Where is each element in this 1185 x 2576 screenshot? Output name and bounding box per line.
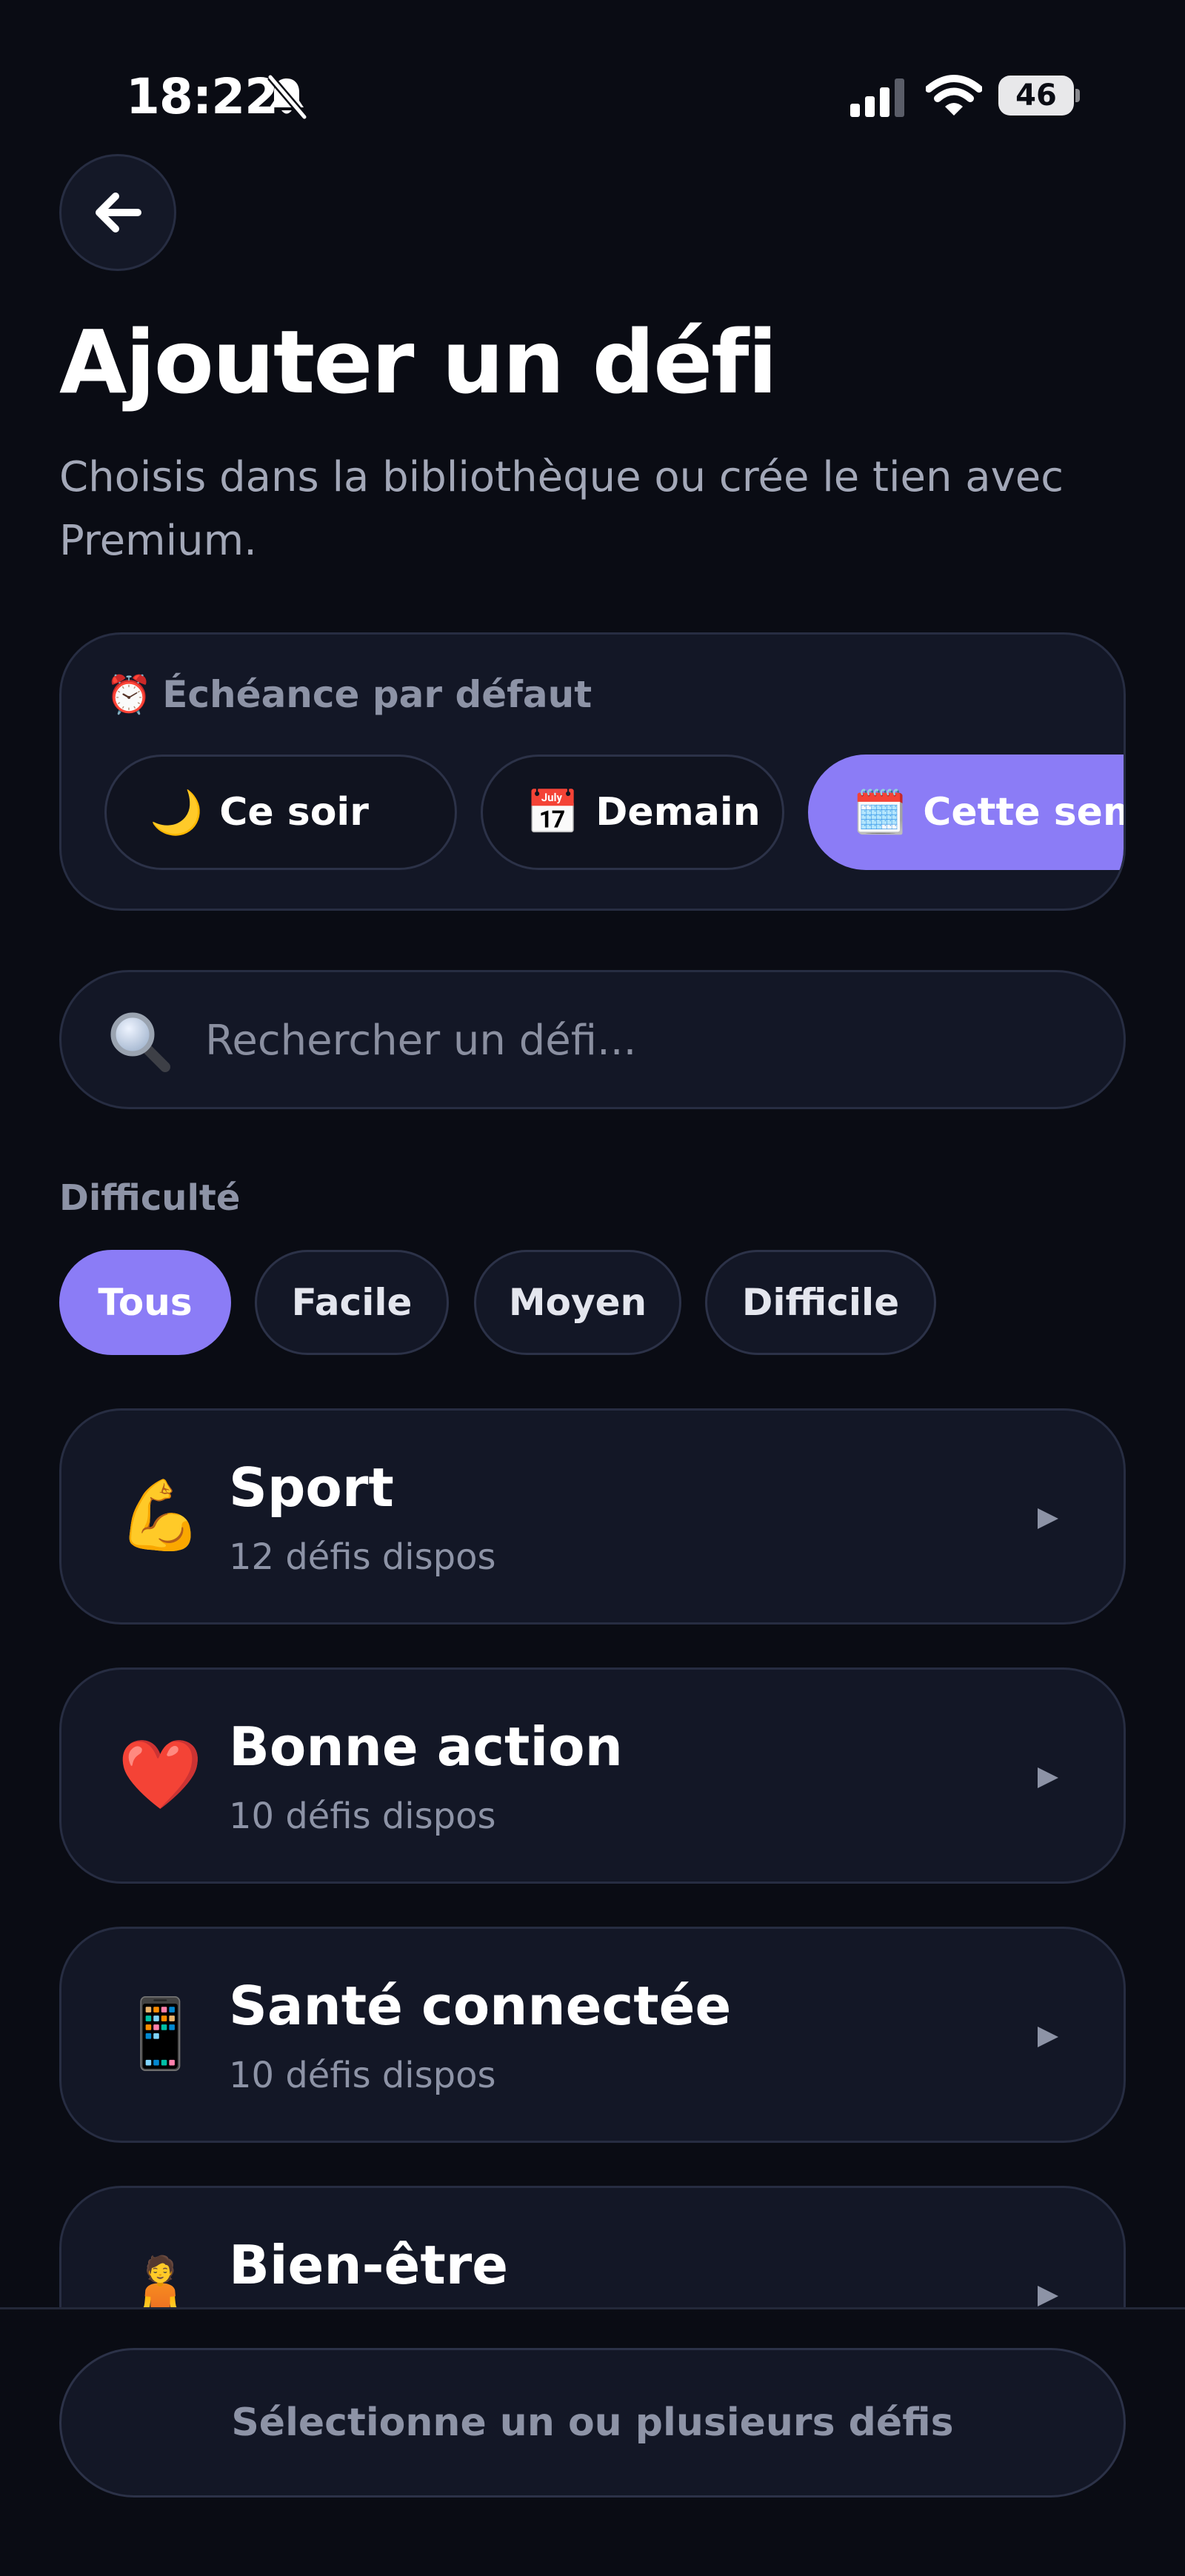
deadline-label: ⏰ Échéance par défaut: [106, 673, 592, 717]
signal-icon: [850, 78, 904, 117]
spiral-calendar-icon: 🗓️: [853, 786, 907, 837]
play-arrow-icon: [1038, 2027, 1058, 2047]
search-icon: [110, 1012, 170, 1072]
difficulty-filter-hard[interactable]: Difficile: [705, 1250, 936, 1355]
status-time: 18:22: [126, 68, 278, 125]
bell-slash-icon: [267, 74, 307, 120]
flexed-biceps-icon: 💪: [118, 1476, 203, 1555]
battery-tip: [1075, 89, 1080, 102]
play-arrow-icon: [1038, 2286, 1058, 2306]
search-field: [59, 970, 1126, 1109]
category-title: Santé connectée: [229, 1975, 732, 2037]
deadline-option-label: Cette semaine: [923, 790, 1124, 834]
deadline-option-this-week[interactable]: 🗓️ Cette semaine: [808, 755, 1124, 870]
play-arrow-icon: [1038, 1508, 1058, 1529]
difficulty-label: Difficulté: [59, 1177, 241, 1219]
deadline-option-label: Ce soir: [219, 790, 369, 834]
add-challenge-screen: 18:22 46 Ajouter un défi Choisis dans la…: [0, 0, 1185, 2576]
category-card-wellbeing[interactable]: 🧘 Bien-être: [59, 2186, 1126, 2307]
category-title: Sport: [229, 1456, 394, 1519]
battery-level: 46: [998, 76, 1074, 116]
battery-icon: 46: [998, 76, 1080, 116]
moon-icon: 🌙: [150, 786, 204, 837]
person-meditating-icon: 🧘: [118, 2253, 203, 2308]
alarm-clock-icon: ⏰: [106, 673, 153, 716]
search-input[interactable]: [204, 1002, 1078, 1079]
page-subtitle: Choisis dans la bibliothèque ou crée le …: [59, 453, 1064, 565]
mobile-phone-icon: 📱: [118, 1994, 203, 2073]
deadline-options-scroller[interactable]: 🌙 Ce soir 📅 Demain 🗓️ Cette semaine: [104, 755, 1124, 873]
deadline-label-text: Échéance par défaut: [162, 673, 592, 716]
difficulty-filter-all[interactable]: Tous: [59, 1250, 231, 1355]
calendar-icon: 📅: [526, 786, 580, 837]
select-challenges-button[interactable]: Sélectionne un ou plusieurs défis: [59, 2348, 1126, 2498]
category-card-sport[interactable]: 💪 Sport 12 défis dispos: [59, 1408, 1126, 1625]
category-title: Bonne action: [229, 1716, 623, 1778]
deadline-option-tomorrow[interactable]: 📅 Demain: [481, 755, 784, 870]
category-card-good-deed[interactable]: ❤️ Bonne action 10 défis dispos: [59, 1667, 1126, 1884]
category-count: 12 défis dispos: [229, 1536, 496, 1578]
bottom-action-bar: Sélectionne un ou plusieurs défis: [0, 2307, 1185, 2576]
deadline-option-tonight[interactable]: 🌙 Ce soir: [104, 755, 457, 870]
back-button[interactable]: [59, 154, 176, 271]
deadline-card: ⏰ Échéance par défaut 🌙 Ce soir 📅 Demain 🗓️…: [59, 632, 1126, 911]
difficulty-filter-medium[interactable]: Moyen: [474, 1250, 681, 1355]
status-bar: 18:22 46: [0, 0, 1185, 170]
difficulty-filter-easy[interactable]: Facile: [255, 1250, 449, 1355]
play-arrow-icon: [1038, 1767, 1058, 1788]
category-count: 10 défis dispos: [229, 1796, 496, 1837]
page-title: Ajouter un défi: [59, 311, 778, 413]
deadline-option-label: Demain: [595, 790, 761, 834]
category-count: 10 défis dispos: [229, 2055, 496, 2096]
red-heart-icon: ❤️: [118, 1735, 203, 1814]
deadline-options: 🌙 Ce soir 📅 Demain 🗓️ Cette semaine: [104, 755, 1124, 873]
category-card-connected-health[interactable]: 📱 Santé connectée 10 défis dispos: [59, 1927, 1126, 2143]
wifi-icon: [926, 75, 982, 116]
arrow-left-icon: [96, 193, 141, 232]
category-title: Bien-être: [229, 2234, 509, 2296]
